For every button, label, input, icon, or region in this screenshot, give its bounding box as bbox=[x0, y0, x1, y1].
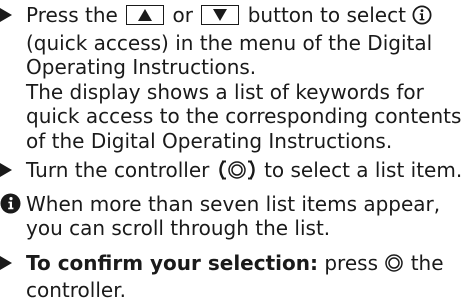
step2-text-before: Turn the controller bbox=[26, 158, 210, 182]
triangle-right-icon bbox=[0, 158, 22, 182]
step1-text-rest: (quick access) in the menu of the Digita… bbox=[26, 30, 433, 80]
triangle-right-icon bbox=[0, 251, 22, 275]
up-arrow-key-icon bbox=[126, 5, 165, 25]
instruction-page: Press the or button to select (quick acc… bbox=[0, 0, 465, 306]
triangle-right-icon bbox=[0, 3, 22, 27]
instruction-step-turn-controller: Turn the controller to select a list ite… bbox=[0, 158, 465, 187]
step1-result-paragraph: The display shows a list of keywords for… bbox=[26, 79, 462, 153]
step1-text-between: or bbox=[172, 3, 194, 27]
note-text: When more than seven list items appear, … bbox=[26, 191, 441, 241]
info-circle-outline-icon bbox=[412, 5, 432, 31]
info-circle-filled-icon bbox=[0, 192, 22, 216]
down-arrow-key-icon bbox=[201, 5, 240, 25]
instruction-step-select-quick-access: Press the or button to select (quick acc… bbox=[0, 3, 465, 153]
step2-text-after: to select a list item. bbox=[264, 158, 463, 182]
step1-text-before: Press the bbox=[26, 3, 118, 27]
instruction-step-confirm: To confirm your selection: press the con… bbox=[0, 251, 465, 303]
info-note: When more than seven list items appear, … bbox=[0, 192, 465, 241]
step3-label: To confirm your selection: bbox=[26, 250, 318, 275]
step3-text-before: press bbox=[324, 250, 378, 275]
controller-turn-icon bbox=[217, 159, 257, 187]
controller-press-icon bbox=[384, 253, 404, 279]
step1-text-after: button to select bbox=[247, 3, 406, 27]
